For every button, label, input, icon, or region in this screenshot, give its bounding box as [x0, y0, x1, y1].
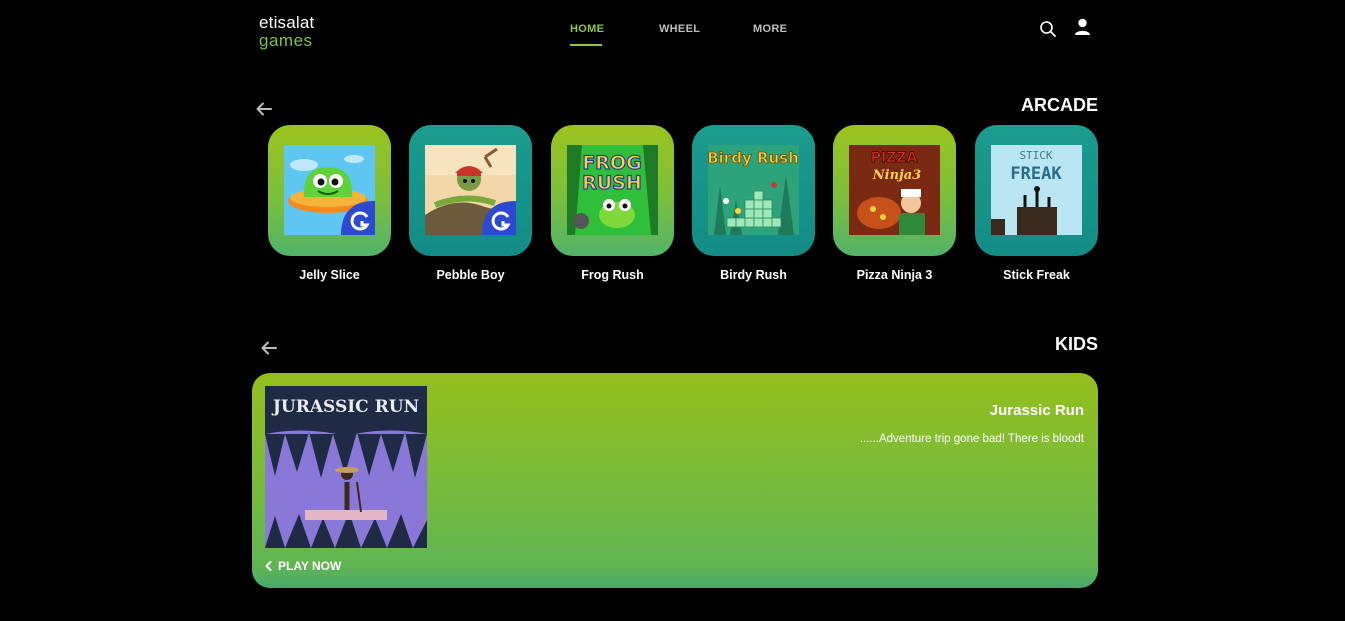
- jurassic-run-logo: JURASSIC RUN: [271, 397, 419, 417]
- game-tile-frog-rush[interactable]: FROG RUSH: [551, 125, 674, 256]
- nav-active-indicator: [570, 44, 602, 46]
- featured-game-title: Jurassic Run: [989, 402, 1084, 419]
- pizza-ninja-logo-line1: PIZZA: [871, 150, 918, 166]
- arcade-back-arrow-icon[interactable]: [256, 102, 272, 116]
- game-name[interactable]: Jelly Slice: [268, 268, 391, 282]
- frog-rush-logo-line2: RUSH: [582, 172, 642, 194]
- stick-freak-thumbnail: STICK FREAK: [991, 145, 1082, 235]
- nav-more[interactable]: MORE: [753, 23, 787, 35]
- games-badge-icon: [341, 201, 375, 235]
- game-name[interactable]: Frog Rush: [551, 268, 674, 282]
- play-now-label: PLAY NOW: [278, 559, 342, 573]
- jelly-slice-thumbnail: [284, 145, 375, 235]
- pizza-ninja-3-thumbnail: PIZZA Ninja3: [849, 145, 940, 235]
- chevron-left-icon: [265, 561, 272, 571]
- birdy-rush-thumbnail: Birdy Rush: [708, 145, 799, 235]
- frog-rush-thumbnail: FROG RUSH: [567, 145, 658, 235]
- games-badge-icon: [482, 201, 516, 235]
- etisalat-games-logo[interactable]: etisalat games: [259, 14, 314, 49]
- stick-freak-logo-line1: STICK: [1019, 149, 1052, 162]
- kids-section-title: KIDS: [1054, 334, 1098, 354]
- game-name[interactable]: Pizza Ninja 3: [833, 268, 956, 282]
- jurassic-run-thumbnail[interactable]: JURASSIC RUN: [265, 386, 427, 548]
- pizza-ninja-logo-line2: Ninja3: [872, 168, 921, 183]
- game-tile-stick-freak[interactable]: STICK FREAK: [975, 125, 1098, 256]
- logo-line-1: etisalat: [259, 13, 315, 32]
- nav-home[interactable]: HOME: [570, 23, 604, 35]
- game-name[interactable]: Stick Freak: [975, 268, 1098, 282]
- frog-rush-logo-line1: FROG: [582, 152, 641, 174]
- game-name[interactable]: Birdy Rush: [692, 268, 815, 282]
- game-tile-birdy-rush[interactable]: Birdy Rush: [692, 125, 815, 256]
- kids-back-arrow-icon[interactable]: [261, 341, 277, 355]
- arcade-section-title: ARCADE: [1020, 95, 1098, 115]
- game-tile-pizza-ninja-3[interactable]: PIZZA Ninja3: [833, 125, 956, 256]
- logo-line-2: games: [259, 31, 313, 50]
- pebble-boy-thumbnail: [425, 145, 516, 235]
- game-tile-pebble-boy[interactable]: [409, 125, 532, 256]
- nav-wheel[interactable]: WHEEL: [659, 23, 700, 35]
- stick-freak-logo-line2: FREAK: [1010, 164, 1062, 184]
- game-tile-jelly-slice[interactable]: [268, 125, 391, 256]
- featured-game-card[interactable]: JURASSIC RUN Jurassic Run ......Adventur…: [252, 373, 1098, 588]
- game-name[interactable]: Pebble Boy: [409, 268, 532, 282]
- user-icon[interactable]: [1074, 18, 1092, 36]
- featured-game-description: ......Adventure trip gone bad! There is …: [859, 433, 1084, 445]
- birdy-rush-logo: Birdy Rush: [708, 149, 799, 167]
- play-now-button[interactable]: PLAY NOW: [265, 559, 341, 573]
- search-icon[interactable]: [1039, 20, 1057, 38]
